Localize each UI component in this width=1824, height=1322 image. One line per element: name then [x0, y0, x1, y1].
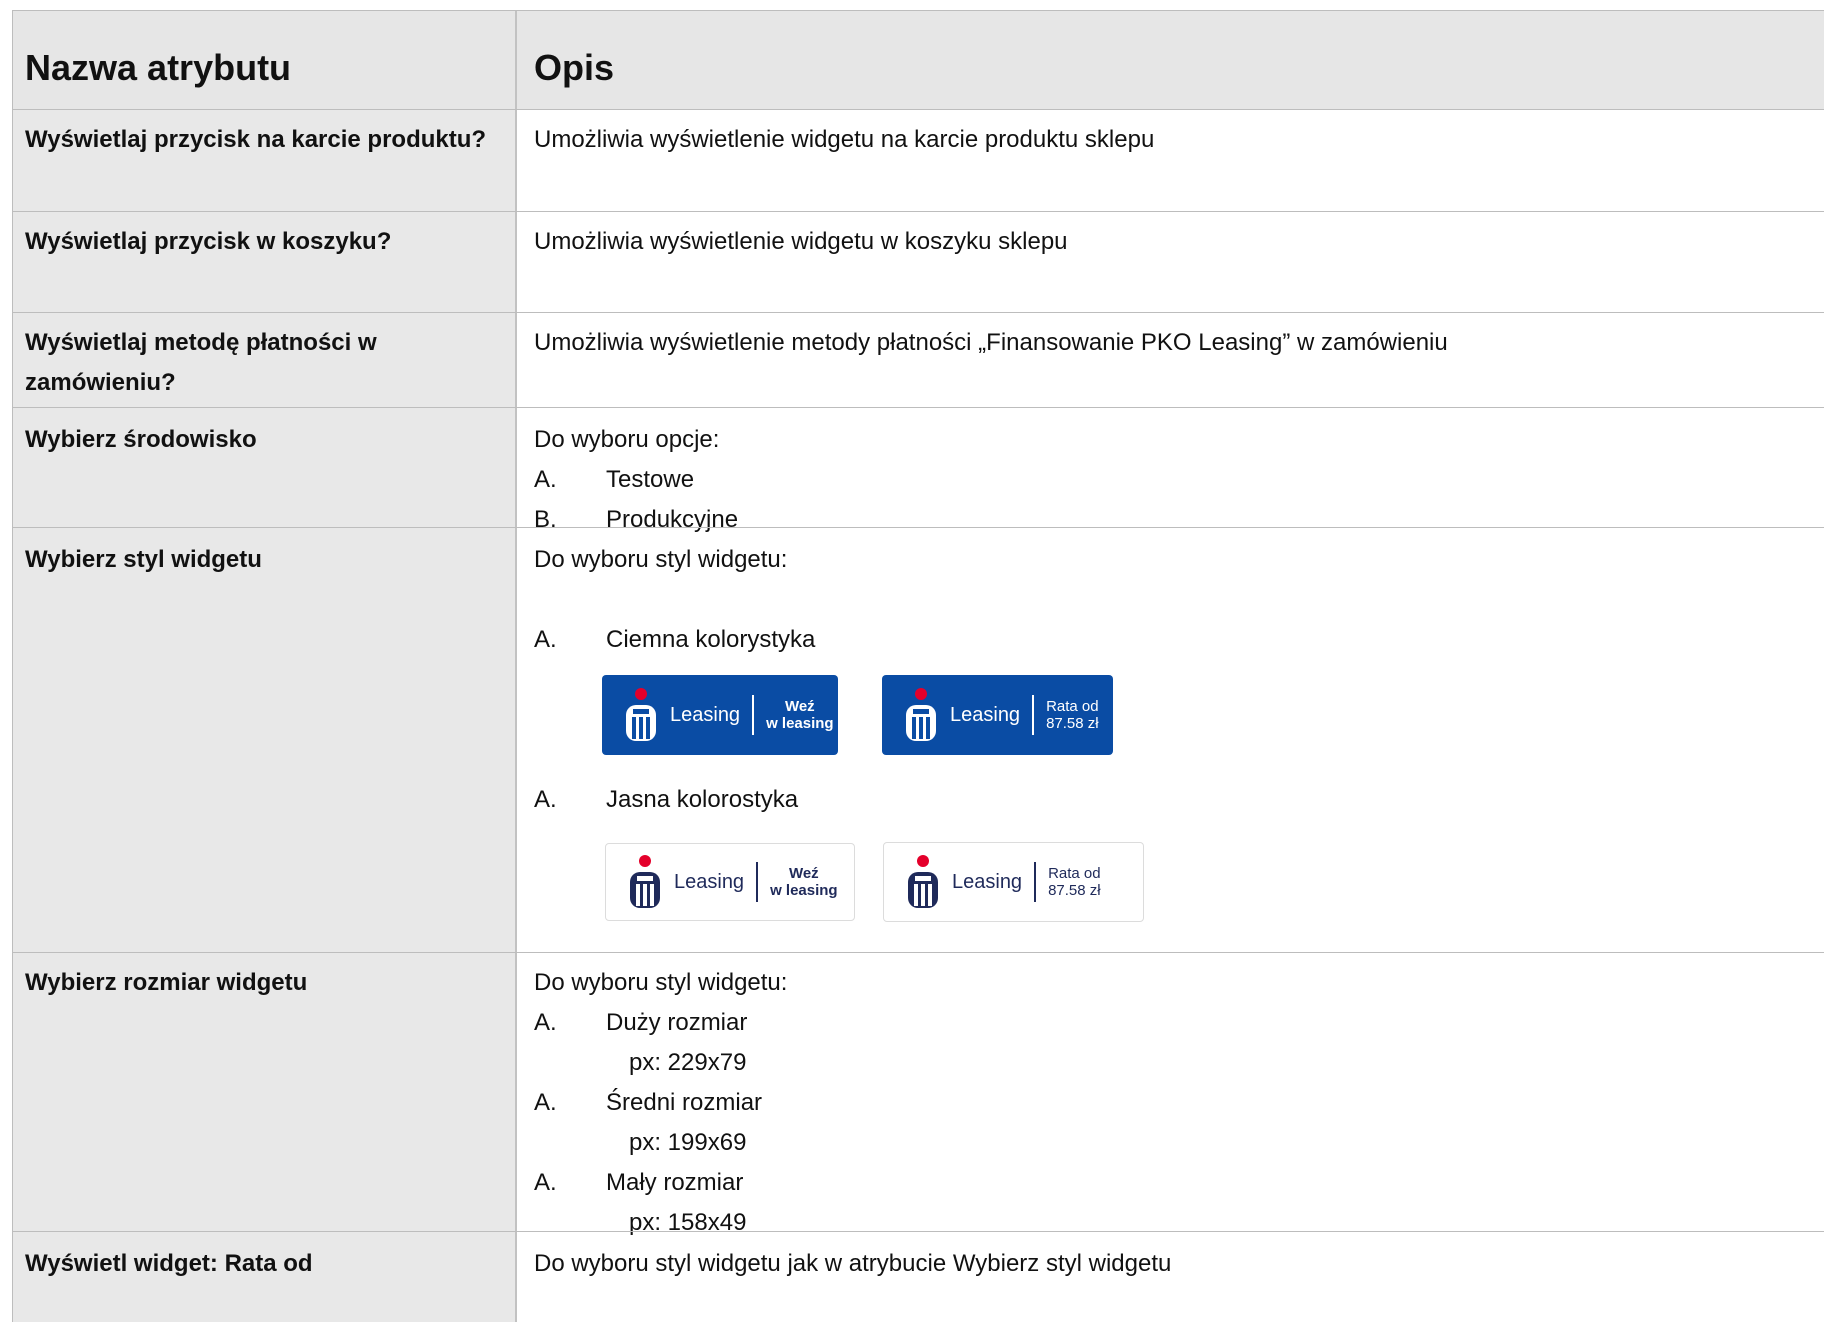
widget-cta: Weź w leasing: [766, 698, 834, 732]
attribute-description: Do wyboru opcje:: [534, 426, 720, 453]
pko-logo-icon: [906, 854, 940, 910]
table-row: Wybierz środowisko Do wyboru opcje: A. Te…: [12, 408, 1824, 533]
attribute-description: Do wyboru styl widgetu jak w atrybucie W…: [534, 1250, 1172, 1277]
table-row: Wyświetlaj metodę płatności w zamówieniu…: [12, 313, 1824, 407]
table-row: Wybierz rozmiar widgetu Do wyboru styl w…: [12, 953, 1824, 1236]
table-row: Wyświetlaj przycisk na karcie produktu? …: [12, 110, 1824, 211]
pko-logo-icon: [628, 854, 662, 910]
list-item: A. Średni rozmiar: [534, 1089, 763, 1116]
header-description: Opis: [517, 10, 1824, 110]
widget-light-rate: Leasing Rata od 87.58 zł: [883, 842, 1144, 922]
size-px: px: 199x69: [629, 1129, 747, 1156]
list-item: A. Jasna kolorostyka: [534, 786, 799, 813]
widget-cta: Rata od 87.58 zł: [1048, 865, 1101, 899]
attribute-name: zamówieniu?: [25, 369, 176, 396]
attribute-description: Do wyboru styl widgetu:: [534, 969, 788, 996]
attribute-description: Umożliwia wyświetlenie metody płatności …: [534, 329, 1448, 356]
list-item: A. Mały rozmiar: [534, 1169, 744, 1196]
widget-dark-take: Leasing Weź w leasing: [602, 675, 838, 755]
attribute-description: Umożliwia wyświetlenie widgetu na karcie…: [534, 126, 1155, 153]
widget-brand: Leasing: [670, 703, 741, 726]
widget-brand: Leasing: [952, 870, 1023, 893]
attribute-description: Do wyboru styl widgetu:: [534, 546, 788, 573]
attribute-table: Nazwa atrybutu Opis Wyświetlaj przycisk …: [12, 10, 1824, 1322]
header-name: Nazwa atrybutu: [12, 10, 517, 110]
attribute-description: Umożliwia wyświetlenie widgetu w koszyku…: [534, 228, 1068, 255]
list-item: A. Ciemna kolorystyka: [534, 626, 816, 653]
attribute-name: Wyświetl widget: Rata od: [25, 1250, 313, 1277]
table-header: Nazwa atrybutu Opis: [12, 10, 1824, 110]
widget-light-take: Leasing Weź w leasing: [605, 843, 855, 921]
pko-logo-icon: [904, 687, 938, 743]
attribute-name: Wybierz rozmiar widgetu: [25, 969, 308, 996]
widget-dark-rate: Leasing Rata od 87.58 zł: [882, 675, 1113, 755]
widget-brand: Leasing: [674, 870, 745, 893]
table-row: Wybierz styl widgetu Do wyboru styl widg…: [12, 528, 1824, 952]
list-item: A. Testowe: [534, 466, 695, 493]
attribute-name: Wyświetlaj przycisk w koszyku?: [25, 228, 392, 255]
widget-cta: Rata od 87.58 zł: [1046, 698, 1099, 732]
pko-logo-icon: [624, 687, 658, 743]
attribute-name: Wybierz środowisko: [25, 426, 257, 453]
table-row: Wyświetlaj przycisk w koszyku? Umożliwia…: [12, 212, 1824, 312]
table-row: Wyświetl widget: Rata od Do wyboru styl …: [12, 1232, 1824, 1322]
widget-cta: Weź w leasing: [770, 865, 838, 899]
size-px: px: 229x79: [629, 1049, 747, 1076]
attribute-name: Wybierz styl widgetu: [25, 546, 262, 573]
widget-brand: Leasing: [950, 703, 1021, 726]
attribute-name: Wyświetlaj metodę płatności w: [25, 329, 377, 356]
list-item: A. Duży rozmiar: [534, 1009, 748, 1036]
attribute-name: Wyświetlaj przycisk na karcie produktu?: [25, 126, 487, 153]
